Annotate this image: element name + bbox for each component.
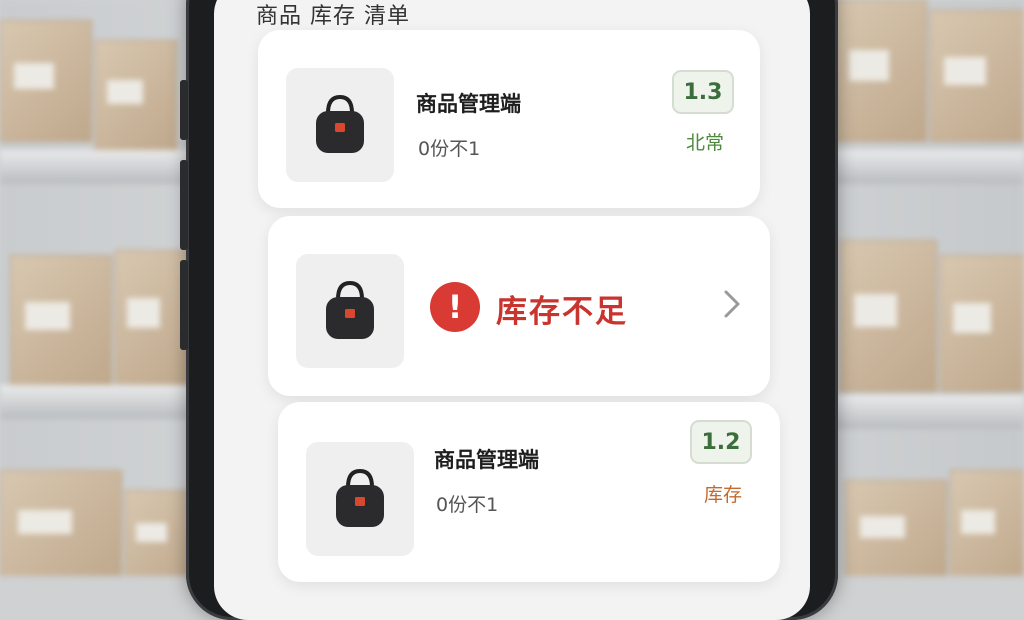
product-thumbnail [296, 254, 404, 368]
product-name: 商品管理端 [416, 92, 521, 116]
product-thumbnail [306, 442, 414, 556]
product-thumbnail [286, 68, 394, 182]
bag-icon [326, 280, 374, 339]
bag-icon [336, 468, 384, 527]
exclamation-icon: ! [430, 282, 480, 332]
product-name: 商品管理端 [434, 448, 539, 472]
low-stock-alert-card[interactable]: ! 库存不足 [268, 216, 770, 396]
bag-icon [316, 94, 364, 153]
app-screen: 商品 库存 清单 商品管理端 0份不1 1.3 北常 ! 库存不足 商品管理端 … [214, 0, 810, 620]
status-label: 北常 [686, 132, 725, 154]
product-card[interactable]: 商品管理端 0份不1 1.2 库存 [278, 402, 780, 582]
chevron-right-icon[interactable] [720, 286, 744, 322]
alert-text: 库存不足 [496, 294, 628, 330]
version-badge: 1.3 [672, 70, 734, 114]
status-label: 库存 [704, 484, 743, 506]
stock-info: 0份不1 [418, 138, 481, 160]
page-title: 商品 库存 清单 [256, 4, 410, 29]
stock-info: 0份不1 [436, 494, 499, 516]
phone-device: 商品 库存 清单 商品管理端 0份不1 1.3 北常 ! 库存不足 商品管理端 … [180, 0, 838, 620]
version-badge: 1.2 [690, 420, 752, 464]
product-card[interactable]: 商品管理端 0份不1 1.3 北常 [258, 30, 760, 208]
